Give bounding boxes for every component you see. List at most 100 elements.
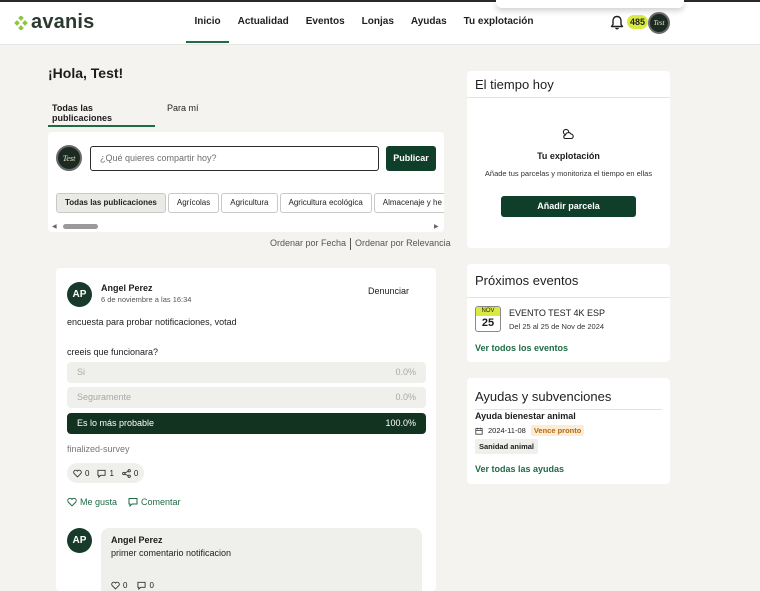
comment-button[interactable]: Comentar [128,497,181,507]
comment-label: Comentar [141,497,181,507]
tab-all-posts[interactable]: Todas las publicaciones [48,103,155,127]
comment-icon [128,498,138,507]
weather-title: El tiempo hoy [475,77,554,92]
logo-text: avanis [31,11,95,33]
post-author[interactable]: Angel Perez [101,283,153,293]
divider [467,297,670,298]
add-plot-button[interactable]: Añadir parcela [501,196,636,217]
composer-avatar-text: Test [62,153,76,163]
weather-cloud-icon [562,128,574,140]
poll-option-percent: 0.0% [395,367,416,377]
weather-card: El tiempo hoy Tu explotación Añade tus p… [467,71,670,248]
scroll-left-arrow-icon[interactable]: ◀ [52,223,57,230]
grant-tag: Sanidad animal [475,439,539,454]
sort-options: Ordenar por Fecha Ordenar por Relevancia [266,238,455,250]
all-events-link[interactable]: Ver todos los eventos [475,343,568,353]
comment-icon [97,469,107,478]
report-button[interactable]: Denunciar [368,286,409,296]
deadline-badge: Vence pronto [530,425,585,436]
like-label: Me gusta [80,497,118,507]
poll-question: creeis que funcionara? [67,347,159,357]
compose-input[interactable]: ¿Qué quieres compartir hoy? [90,146,379,171]
poll-option[interactable]: Seguramente 0.0% [67,387,426,408]
heart-icon [73,469,82,478]
comment-reply-count: 0 [149,581,154,590]
logo-mark-icon [14,15,28,30]
weather-subtitle: Añade tus parcelas y monitoriza el tiemp… [484,169,653,178]
scroll-right-arrow-icon[interactable]: ▶ [434,223,439,230]
event-dates: Del 25 al 25 de Nov de 2024 [509,322,605,331]
greeting: ¡Hola, Test! [48,65,124,81]
points-badge: 485 [627,15,649,29]
divider [467,97,670,98]
comment-like-button[interactable]: 0 [111,581,127,590]
events-title: Próximos eventos [475,273,579,288]
user-avatar[interactable]: Test [648,12,670,34]
poll-option-percent: 100.0% [385,418,416,428]
user-avatar-text: Test [653,19,665,27]
horizontal-scrollbar[interactable] [63,224,98,229]
poll-option-label: Si [77,367,86,377]
publish-button[interactable]: Publicar [386,146,436,171]
poll-status: finalized-survey [67,444,130,454]
comment-author[interactable]: Angel Perez [111,535,163,545]
weather-heading: Tu explotación [537,151,600,161]
grant-title[interactable]: Ayuda bienestar animal [475,411,576,421]
composer-avatar: Test [56,145,82,171]
events-card: Próximos eventos NOV 25 EVENTO TEST 4K E… [467,264,670,362]
comment-reactions: 0 0 [111,581,154,590]
grants-card: Ayudas y subvenciones Ayuda bienestar an… [467,378,670,484]
nav-eventos[interactable]: Eventos [297,2,353,43]
post-date: 6 de noviembre a las 16:34 [101,295,192,304]
comment-text: primer comentario notificacion [111,548,232,558]
calendar-icon [475,427,483,435]
category-filters: Todas las publicaciones Agrícolas Agricult… [56,193,444,213]
post-text: encuesta para probar notificaciones, vot… [67,317,237,327]
heart-icon [111,581,120,590]
filter-chip-agricultura[interactable]: Agricultura [221,193,278,213]
like-button[interactable]: Me gusta [67,497,117,507]
poll-option-label: Es lo más probable [77,418,155,428]
nav-actualidad[interactable]: Actualidad [229,2,297,43]
feed-tabs: Todas las publicaciones Para mí [48,103,444,127]
poll-option-winner[interactable]: Es lo más probable 100.0% [67,413,426,434]
comment-icon [137,581,147,590]
reaction-summary: 0 1 0 [67,463,145,483]
nav-tu-explotacion[interactable]: Tu explotación [455,2,542,43]
poll-option[interactable]: Si 0.0% [67,362,426,383]
poll-option-label: Seguramente [77,392,132,402]
post-actions: Me gusta Comentar [67,497,181,507]
grant-deadline: 2024-11-08 Vence pronto [475,425,585,436]
nav-lonjas[interactable]: Lonjas [353,2,402,43]
bell-icon[interactable] [610,15,624,30]
post-card: AP Angel Perez 6 de noviembre a las 16:3… [56,268,436,591]
filter-chip-agricolas[interactable]: Agrícolas [167,193,220,213]
comment-author-avatar[interactable]: AP [67,528,92,553]
nav-inicio[interactable]: Inicio [186,2,230,43]
grant-date: 2024-11-08 [488,426,526,435]
grants-title: Ayudas y subvenciones [475,389,612,404]
logo[interactable]: avanis [14,11,94,34]
event-calendar-icon: NOV 25 [475,306,501,332]
event-title[interactable]: EVENTO TEST 4K ESP [509,308,605,318]
filter-chip-all[interactable]: Todas las publicaciones [56,193,166,213]
all-grants-link[interactable]: Ver todas las ayudas [475,464,564,474]
comment-reply-button[interactable]: 0 [137,581,154,590]
poll-option-percent: 0.0% [395,392,416,402]
nav-ayudas[interactable]: Ayudas [402,2,455,43]
post-author-avatar[interactable]: AP [67,282,92,307]
share-count: 0 [133,468,139,478]
heart-icon [67,497,77,507]
filter-chip-almacenaje[interactable]: Almacenaje y he [373,193,444,213]
comment-like-count: 0 [123,581,128,590]
event-month: NOV [476,307,500,316]
tab-for-me[interactable]: Para mí [167,103,199,127]
comment-count: 1 [109,468,114,478]
sort-by-date[interactable]: Ordenar por Fecha [266,238,350,250]
main-nav: Inicio Actualidad Eventos Lonjas Ayudas … [186,2,542,43]
like-count: 0 [85,468,90,478]
comment: Angel Perez primer comentario notificaci… [101,528,422,591]
sort-by-relevance[interactable]: Ordenar por Relevancia [351,238,455,250]
filter-chip-agricultura-ecologica[interactable]: Agricultura ecológica [279,193,372,213]
post-composer: Test ¿Qué quieres compartir hoy? Publica… [48,132,444,232]
